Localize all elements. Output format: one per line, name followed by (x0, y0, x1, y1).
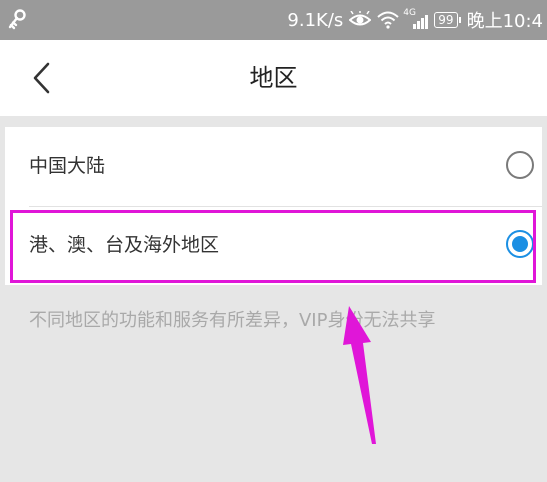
radio-unselected[interactable] (506, 151, 534, 179)
page-title: 地区 (249, 64, 298, 92)
status-icons: 9.1K/s 4G 99 晚上10:4 (287, 0, 543, 40)
battery-level: 99 (434, 12, 458, 28)
back-arrow-icon (33, 62, 50, 94)
option-label: 中国大陆 (29, 155, 106, 177)
signal-label: 4G (403, 8, 416, 18)
key-icon (8, 9, 26, 30)
radio-selected[interactable] (506, 230, 534, 258)
option-overseas[interactable]: 港、澳、台及海外地区 (5, 206, 542, 285)
option-label: 港、澳、台及海外地区 (29, 234, 220, 256)
region-note: 不同地区的功能和服务有所差异，VIP身份无法共享 (29, 310, 436, 331)
header: 地区 (0, 40, 547, 116)
network-speed: 9.1K/s (287, 9, 344, 31)
back-button[interactable] (22, 58, 62, 98)
region-options: 中国大陆 港、澳、台及海外地区 (5, 127, 542, 285)
option-mainland-china[interactable]: 中国大陆 (5, 127, 542, 207)
status-bar: 9.1K/s 4G 99 晚上10:4 (0, 0, 547, 40)
signal-icon: 4G (403, 8, 429, 29)
battery-icon: 99 (434, 12, 461, 28)
clock: 晚上10:4 (466, 11, 543, 32)
eye-icon (349, 11, 372, 26)
wifi-icon (377, 11, 399, 29)
